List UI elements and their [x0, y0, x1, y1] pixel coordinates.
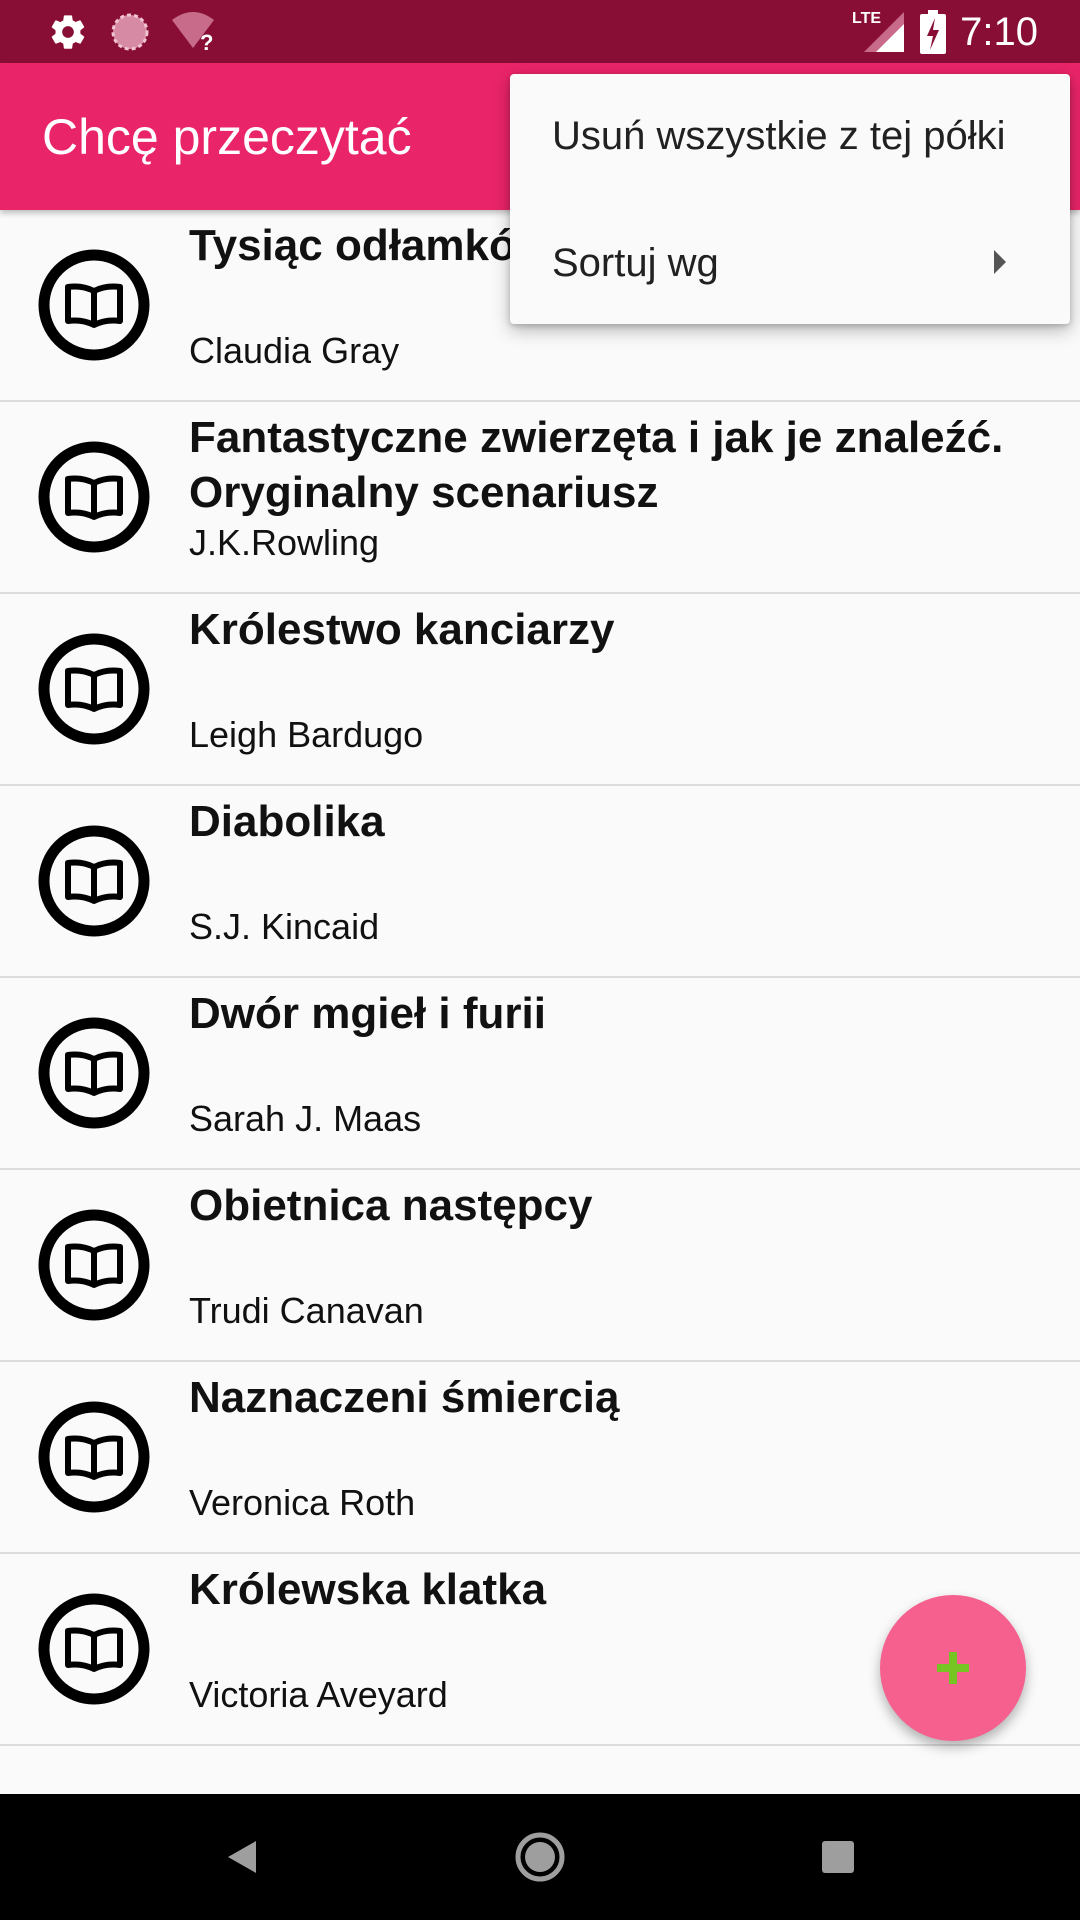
list-item[interactable]: Diabolika S.J. Kincaid: [0, 786, 1080, 978]
overflow-menu: Usuń wszystkie z tej półki Sortuj wg: [510, 74, 1070, 324]
screen: ? LTE 7:10 Chcę przeczytać Tysiąc odłamk…: [0, 0, 1080, 1920]
book-icon: [38, 825, 150, 937]
lte-signal-icon: LTE: [852, 10, 904, 54]
navigation-bar: [0, 1794, 1080, 1920]
gear-icon: [51, 15, 85, 49]
book-title: Dwór mgieł i furii: [189, 989, 546, 1038]
book-icon: [38, 441, 150, 553]
back-icon[interactable]: [222, 1827, 262, 1887]
menu-item-label: Usuń wszystkie z tej półki: [552, 114, 1006, 158]
sync-icon: [111, 13, 149, 51]
book-title: Obietnica następcy: [189, 1181, 593, 1230]
book-title: Diabolika: [189, 797, 385, 846]
status-bar: ? LTE 7:10: [0, 0, 1080, 63]
submenu-arrow-icon: [994, 250, 1006, 274]
list-item[interactable]: Naznaczeni śmiercią Veronica Roth: [0, 1362, 1080, 1554]
menu-item-label: Sortuj wg: [552, 241, 719, 285]
svg-text:?: ?: [200, 30, 213, 52]
network-type-label: LTE: [852, 10, 882, 27]
menu-item-remove-all[interactable]: Usuń wszystkie z tej półki: [510, 74, 1070, 199]
book-author: Sarah J. Maas: [189, 1098, 422, 1139]
wifi-unknown-icon: ?: [172, 12, 214, 52]
book-list: Tysiąc odłamków Claudia Gray Fantastyczn…: [0, 210, 1080, 1746]
list-item[interactable]: Dwór mgieł i furii Sarah J. Maas: [0, 978, 1080, 1170]
book-title: Królestwo kanciarzy: [189, 605, 615, 654]
recents-icon[interactable]: [818, 1827, 858, 1887]
page-title: Chcę przeczytać: [42, 109, 412, 165]
book-author: Veronica Roth: [189, 1482, 416, 1523]
book-title: Fantastyczne zwierzęta i jak je znaleźć.…: [189, 413, 1004, 517]
book-author: Trudi Canavan: [189, 1290, 424, 1331]
battery-charging-icon: [920, 10, 946, 54]
menu-item-sort-by[interactable]: Sortuj wg: [510, 199, 1070, 324]
book-author: Leigh Bardugo: [189, 714, 424, 755]
book-author: Victoria Aveyard: [189, 1674, 448, 1715]
home-icon[interactable]: [512, 1827, 568, 1887]
book-icon: [38, 1401, 150, 1513]
list-item[interactable]: Fantastyczne zwierzęta i jak je znaleźć.…: [0, 402, 1080, 594]
book-author: S.J. Kincaid: [189, 906, 380, 947]
book-icon: [38, 633, 150, 745]
add-book-button[interactable]: [880, 1595, 1026, 1741]
book-author: Claudia Gray: [189, 330, 400, 371]
list-item[interactable]: Obietnica następcy Trudi Canavan: [0, 1170, 1080, 1362]
book-icon: [38, 249, 150, 361]
list-item[interactable]: Królestwo kanciarzy Leigh Bardugo: [0, 594, 1080, 786]
clock: 7:10: [960, 10, 1038, 54]
book-icon: [38, 1593, 150, 1705]
book-icon: [38, 1017, 150, 1129]
book-author: J.K.Rowling: [189, 522, 380, 563]
book-icon: [38, 1209, 150, 1321]
book-title: Naznaczeni śmiercią: [189, 1373, 620, 1422]
plus-icon: [937, 1652, 969, 1684]
